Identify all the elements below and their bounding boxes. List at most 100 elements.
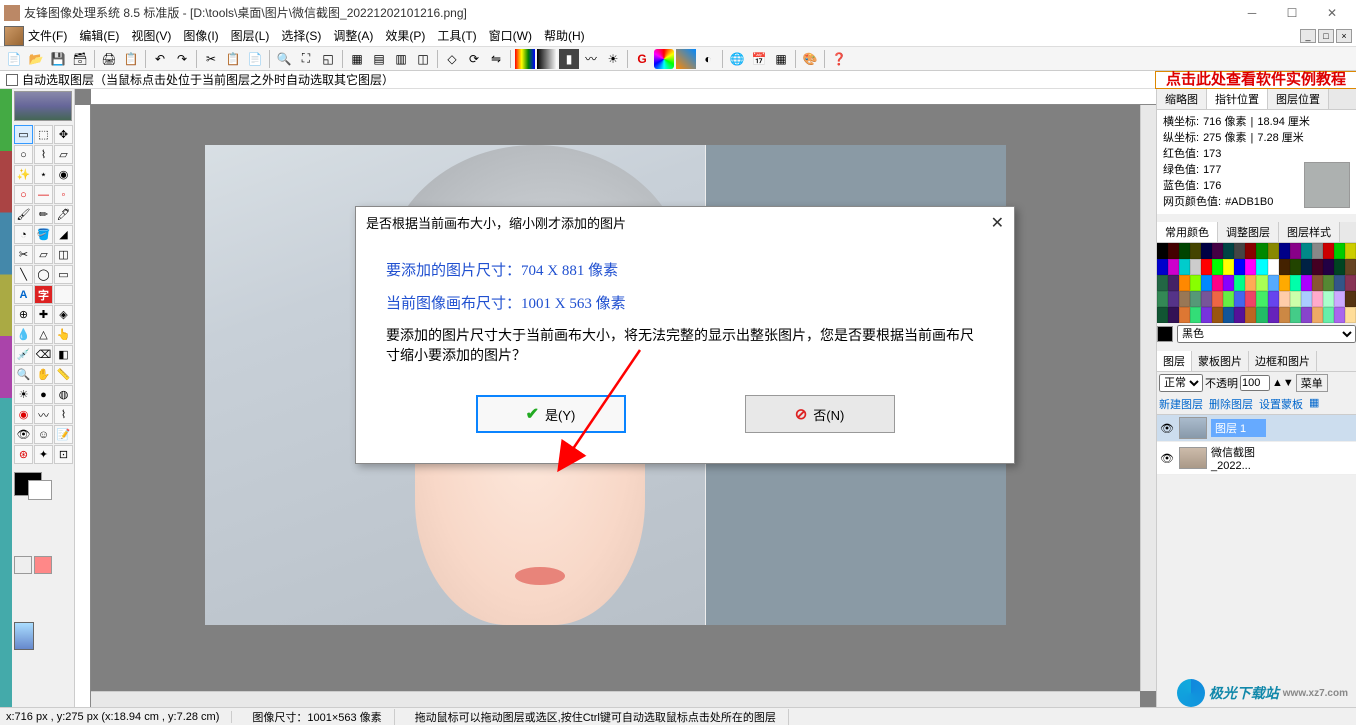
tutorial-link[interactable]: 点击此处查看软件实例教程 bbox=[1155, 71, 1356, 89]
shape-tool[interactable]: ◯ bbox=[34, 265, 53, 284]
palette-swatch[interactable] bbox=[1179, 243, 1190, 259]
palette-swatch[interactable] bbox=[1279, 243, 1290, 259]
color-adj-icon[interactable] bbox=[654, 49, 674, 69]
tab-layer-style[interactable]: 图层样式 bbox=[1279, 222, 1340, 242]
help-icon[interactable]: ❓ bbox=[829, 49, 849, 69]
redo-icon[interactable]: ↷ bbox=[172, 49, 192, 69]
move-tool[interactable]: ▭ bbox=[14, 125, 33, 144]
palette-swatch[interactable] bbox=[1201, 275, 1212, 291]
anchor-tool[interactable]: ◦ bbox=[54, 185, 73, 204]
mask-std[interactable] bbox=[14, 556, 32, 574]
open-icon[interactable]: 📂 bbox=[26, 49, 46, 69]
curves-icon[interactable]: 〰 bbox=[581, 49, 601, 69]
color-palette[interactable] bbox=[1157, 243, 1356, 323]
hand-tool[interactable]: ✋ bbox=[34, 365, 53, 384]
palette-swatch[interactable] bbox=[1179, 307, 1190, 323]
palette-swatch[interactable] bbox=[1323, 259, 1334, 275]
scan-icon[interactable]: 📋 bbox=[121, 49, 141, 69]
layer-item-1[interactable]: 👁 图层 1 bbox=[1157, 415, 1356, 442]
visibility-icon[interactable]: 👁 bbox=[1159, 451, 1175, 465]
marker-tool[interactable]: 🖊 bbox=[54, 205, 73, 224]
flip-icon[interactable]: ⇋ bbox=[486, 49, 506, 69]
menu-edit[interactable]: 编辑(E) bbox=[79, 27, 119, 44]
palette-swatch[interactable] bbox=[1245, 275, 1256, 291]
palette-swatch[interactable] bbox=[1212, 259, 1223, 275]
palette-swatch[interactable] bbox=[1223, 307, 1234, 323]
palette-swatch[interactable] bbox=[1290, 291, 1301, 307]
bright-icon[interactable]: ☀ bbox=[603, 49, 623, 69]
palette-swatch[interactable] bbox=[1223, 275, 1234, 291]
palette-swatch[interactable] bbox=[1157, 275, 1168, 291]
palette-swatch[interactable] bbox=[1279, 275, 1290, 291]
balance-icon[interactable]: ◐ bbox=[698, 49, 718, 69]
guide-icon[interactable]: ▥ bbox=[391, 49, 411, 69]
palette-swatch[interactable] bbox=[1190, 307, 1201, 323]
palette-swatch[interactable] bbox=[1256, 291, 1267, 307]
copy-icon[interactable]: 📋 bbox=[223, 49, 243, 69]
heal-tool[interactable]: ✚ bbox=[34, 305, 53, 324]
quick-select-tool[interactable]: ◉ bbox=[54, 165, 73, 184]
no-button[interactable]: ⊘ 否(N) bbox=[745, 395, 895, 433]
menu-layer[interactable]: 图层(L) bbox=[231, 27, 270, 44]
redeye-tool[interactable]: ◉ bbox=[14, 405, 33, 424]
palette-swatch[interactable] bbox=[1223, 291, 1234, 307]
text-a-tool[interactable]: A bbox=[14, 285, 33, 304]
layer-menu-btn[interactable]: 菜单 bbox=[1296, 374, 1328, 392]
extra-tool[interactable]: ⊡ bbox=[54, 445, 73, 464]
undo-icon[interactable]: ↶ bbox=[150, 49, 170, 69]
color1-icon[interactable] bbox=[515, 49, 535, 69]
palette-swatch[interactable] bbox=[1201, 291, 1212, 307]
hue-icon[interactable] bbox=[676, 49, 696, 69]
transform-icon[interactable]: ◇ bbox=[442, 49, 462, 69]
crop-tool[interactable]: ✂ bbox=[14, 245, 33, 264]
palette-swatch[interactable] bbox=[1345, 275, 1356, 291]
actual-icon[interactable]: ◱ bbox=[318, 49, 338, 69]
perspective-tool[interactable]: ▱ bbox=[34, 245, 53, 264]
palette-swatch[interactable] bbox=[1201, 243, 1212, 259]
palette-swatch[interactable] bbox=[1301, 243, 1312, 259]
liquify-tool[interactable]: 〰 bbox=[34, 405, 53, 424]
palette-swatch[interactable] bbox=[1201, 307, 1212, 323]
palette-swatch[interactable] bbox=[1168, 243, 1179, 259]
fill-tool[interactable]: 🪣 bbox=[34, 225, 53, 244]
menu-select[interactable]: 选择(S) bbox=[281, 27, 321, 44]
palette-swatch[interactable] bbox=[1256, 275, 1267, 291]
delete-layer-btn[interactable]: 删除图层 bbox=[1209, 396, 1253, 412]
text-tool[interactable]: 字 bbox=[34, 285, 53, 304]
tab-layerpos[interactable]: 图层位置 bbox=[1268, 89, 1329, 109]
palette-swatch[interactable] bbox=[1190, 291, 1201, 307]
layer-item-2[interactable]: 👁 微信截图_2022... bbox=[1157, 442, 1356, 475]
calc-icon[interactable]: ▦ bbox=[771, 49, 791, 69]
palette-swatch[interactable] bbox=[1234, 275, 1245, 291]
palette-swatch[interactable] bbox=[1345, 259, 1356, 275]
doc-min[interactable]: _ bbox=[1300, 29, 1316, 43]
mask-quick[interactable] bbox=[34, 556, 52, 574]
yes-button[interactable]: ✔ 是(Y) bbox=[476, 395, 626, 433]
palette-swatch[interactable] bbox=[1179, 275, 1190, 291]
eyedrop-tool[interactable]: 💉 bbox=[14, 345, 33, 364]
palette-swatch[interactable] bbox=[1157, 259, 1168, 275]
palette-swatch[interactable] bbox=[1168, 291, 1179, 307]
patch-tool[interactable]: ◈ bbox=[54, 305, 73, 324]
zoom-tool[interactable]: 🔍 bbox=[14, 365, 33, 384]
palette-swatch[interactable] bbox=[1268, 243, 1279, 259]
visibility-icon[interactable]: 👁 bbox=[1159, 421, 1175, 435]
doc-close[interactable]: × bbox=[1336, 29, 1352, 43]
tab-pointer[interactable]: 指针位置 bbox=[1207, 89, 1268, 109]
gray-icon[interactable] bbox=[537, 49, 557, 69]
text-g-icon[interactable]: G bbox=[632, 49, 652, 69]
palette-swatch[interactable] bbox=[1256, 243, 1267, 259]
fit-icon[interactable]: ⛶ bbox=[296, 49, 316, 69]
node-tool[interactable]: ○ bbox=[14, 185, 33, 204]
slice-tool[interactable]: ◫ bbox=[54, 245, 73, 264]
auto-select-checkbox[interactable] bbox=[6, 74, 18, 86]
ruler-icon[interactable]: ▤ bbox=[369, 49, 389, 69]
palette-swatch[interactable] bbox=[1212, 291, 1223, 307]
palette-swatch[interactable] bbox=[1290, 307, 1301, 323]
effect-tool[interactable]: ✦ bbox=[34, 445, 53, 464]
menu-window[interactable]: 窗口(W) bbox=[489, 27, 532, 44]
rotate-icon[interactable]: ⟳ bbox=[464, 49, 484, 69]
palette-swatch[interactable] bbox=[1323, 307, 1334, 323]
measure-tool[interactable]: 📏 bbox=[54, 365, 73, 384]
menu-file[interactable]: 文件(F) bbox=[28, 27, 67, 44]
